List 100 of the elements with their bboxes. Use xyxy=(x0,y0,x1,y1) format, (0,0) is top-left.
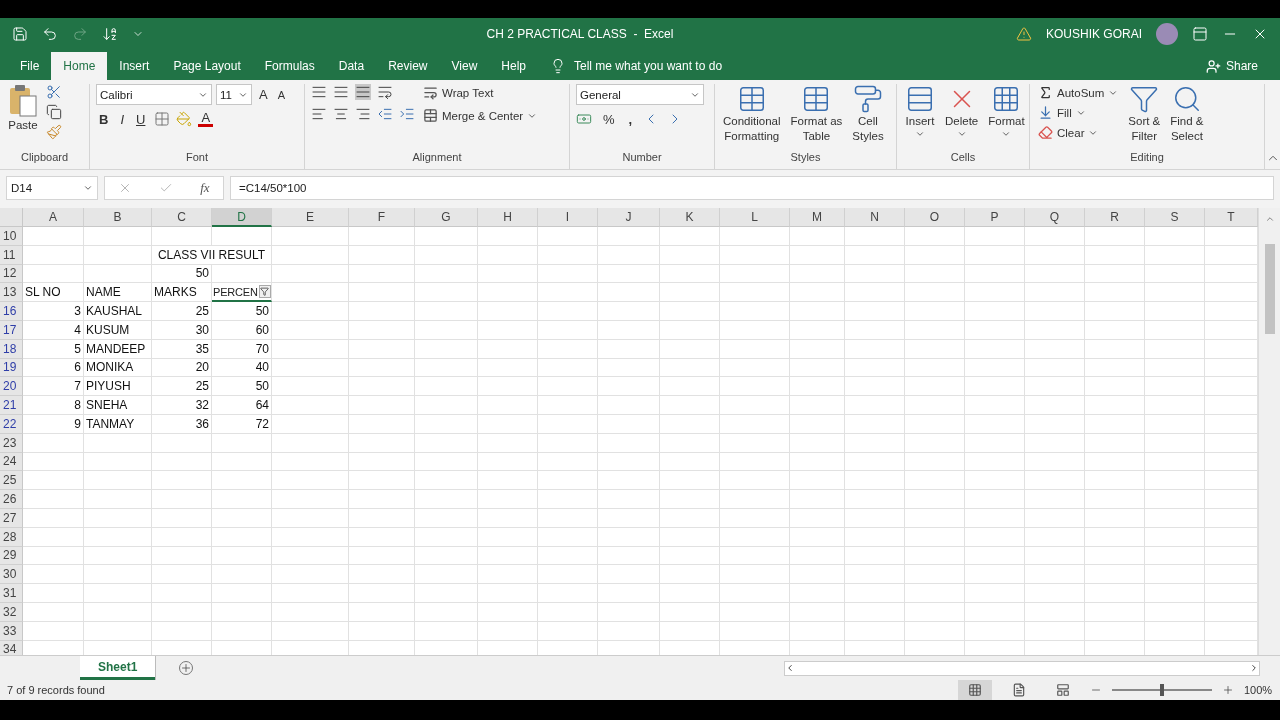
format-painter-icon[interactable] xyxy=(46,124,62,140)
styles-button[interactable]: Format as Table xyxy=(788,84,845,151)
menu-tab[interactable]: File xyxy=(8,52,52,80)
cells-button[interactable]: Format xyxy=(986,84,1027,151)
align-center-icon[interactable] xyxy=(333,106,349,122)
shrink-font-button[interactable]: A xyxy=(274,88,288,101)
column-header[interactable]: Q xyxy=(1025,208,1085,227)
row-number[interactable]: 25 xyxy=(0,471,23,491)
paste-button[interactable]: Paste xyxy=(6,84,40,151)
share-button[interactable]: Share xyxy=(1205,52,1258,80)
column-header[interactable]: C xyxy=(152,208,212,227)
row-number[interactable]: 10 xyxy=(0,227,23,246)
column-header[interactable]: B xyxy=(84,208,152,227)
cells-button[interactable]: Delete xyxy=(943,84,981,151)
tell-me-search[interactable]: Tell me what you want to do xyxy=(574,59,723,73)
scroll-up-icon[interactable] xyxy=(1264,214,1275,224)
align-right-icon[interactable] xyxy=(355,106,371,122)
menu-tab[interactable]: Page Layout xyxy=(161,52,253,80)
autosum-button[interactable]: AutoSum xyxy=(1036,84,1121,101)
column-header[interactable]: J xyxy=(598,208,660,227)
menu-tab[interactable]: Review xyxy=(376,52,440,80)
row-number[interactable]: 13 xyxy=(0,283,23,303)
column-header[interactable]: T xyxy=(1205,208,1258,227)
formula-field[interactable]: =C14/50*100 xyxy=(230,176,1274,200)
fill-color-icon[interactable] xyxy=(176,111,193,127)
decrease-indent-icon[interactable] xyxy=(377,106,393,122)
filter-button[interactable] xyxy=(258,285,271,299)
column-header[interactable]: K xyxy=(660,208,720,227)
column-header[interactable]: M xyxy=(790,208,845,227)
styles-button[interactable]: Conditional Formatting xyxy=(721,84,783,151)
sort-icon[interactable] xyxy=(102,26,118,42)
table-cell: 50 xyxy=(152,264,212,284)
currency-icon[interactable] xyxy=(576,111,592,127)
row-number[interactable]: 30 xyxy=(0,565,23,585)
italic-button[interactable]: I xyxy=(117,111,127,127)
row-number[interactable]: 31 xyxy=(0,584,23,603)
undo-icon[interactable] xyxy=(42,26,58,42)
row-number[interactable]: 21 xyxy=(0,396,23,415)
zoom-in-icon[interactable] xyxy=(1222,684,1234,696)
column-header[interactable]: I xyxy=(538,208,598,227)
menu-tab[interactable]: Data xyxy=(326,52,377,80)
wrap-text-button[interactable]: Wrap Text xyxy=(421,84,540,101)
column-header[interactable]: D xyxy=(212,208,272,227)
normal-view-button[interactable] xyxy=(958,680,992,700)
zoom-thumb[interactable] xyxy=(1160,684,1164,696)
insert-function-button[interactable]: fx xyxy=(200,180,210,196)
menu-tab[interactable]: Formulas xyxy=(252,52,327,80)
number-format-field[interactable]: General xyxy=(576,84,704,105)
font-color-button[interactable]: A xyxy=(198,111,214,127)
menu-tab[interactable]: View xyxy=(439,52,490,80)
column-header[interactable]: F xyxy=(349,208,415,227)
align-left-icon[interactable] xyxy=(311,106,327,122)
column-header[interactable]: H xyxy=(478,208,538,227)
warning-icon[interactable] xyxy=(1015,26,1032,42)
column-header[interactable]: O xyxy=(905,208,965,227)
increase-indent-icon[interactable] xyxy=(399,106,415,122)
column-header[interactable]: S xyxy=(1145,208,1205,227)
clear-button[interactable]: Clear xyxy=(1036,124,1121,141)
column-header[interactable]: L xyxy=(720,208,790,227)
name-box[interactable]: D14 xyxy=(6,176,98,200)
column-header[interactable]: R xyxy=(1085,208,1145,227)
row-number[interactable]: 16 xyxy=(0,302,23,321)
save-icon[interactable] xyxy=(12,26,28,42)
sort-filter-button[interactable]: Sort & Filter xyxy=(1126,84,1163,151)
ribbon-display-icon[interactable] xyxy=(1192,26,1208,42)
font-name-field[interactable]: Calibri xyxy=(96,84,212,105)
scroll-right-icon[interactable] xyxy=(1249,663,1259,673)
styles-button[interactable]: Cell Styles xyxy=(850,84,886,151)
cut-icon[interactable] xyxy=(46,84,62,100)
scroll-left-icon[interactable] xyxy=(785,663,795,673)
copy-icon[interactable] xyxy=(46,104,62,120)
percent-button[interactable]: % xyxy=(600,111,618,127)
column-header[interactable]: P xyxy=(965,208,1025,227)
align-top-icon[interactable] xyxy=(311,84,327,100)
column-header[interactable]: N xyxy=(845,208,905,227)
find-select-button[interactable]: Find & Select xyxy=(1168,84,1206,151)
fill-button[interactable]: Fill xyxy=(1036,104,1121,121)
merge-center-button[interactable]: Merge & Center xyxy=(421,107,540,124)
lightbulb-icon[interactable] xyxy=(550,58,566,74)
sheet-tab[interactable]: Sheet1 xyxy=(80,656,156,680)
align-middle-icon[interactable] xyxy=(333,84,349,100)
column-header[interactable]: E xyxy=(272,208,349,227)
comma-button[interactable]: , xyxy=(625,111,636,127)
row-number[interactable]: 20 xyxy=(0,377,23,397)
align-bottom-icon[interactable] xyxy=(355,84,371,100)
user-name[interactable]: KOUSHIK GORAI xyxy=(1045,27,1142,41)
cells-button[interactable]: Insert xyxy=(903,84,937,151)
row-number[interactable]: 26 xyxy=(0,490,23,509)
underline-button[interactable]: U xyxy=(133,111,149,127)
column-header[interactable]: A xyxy=(23,208,84,227)
menu-tab[interactable]: Insert xyxy=(107,52,162,80)
borders-icon[interactable] xyxy=(154,111,171,127)
menu-tab[interactable]: Home xyxy=(51,52,108,80)
grow-font-button[interactable]: A xyxy=(256,87,271,102)
column-header[interactable]: G xyxy=(415,208,478,227)
menu-tab[interactable]: Help xyxy=(489,52,538,80)
scrollbar-thumb[interactable] xyxy=(1264,244,1275,334)
bold-button[interactable]: B xyxy=(96,111,112,127)
font-size-field[interactable]: 11 xyxy=(216,84,252,105)
horizontal-scrollbar[interactable] xyxy=(784,660,1260,676)
